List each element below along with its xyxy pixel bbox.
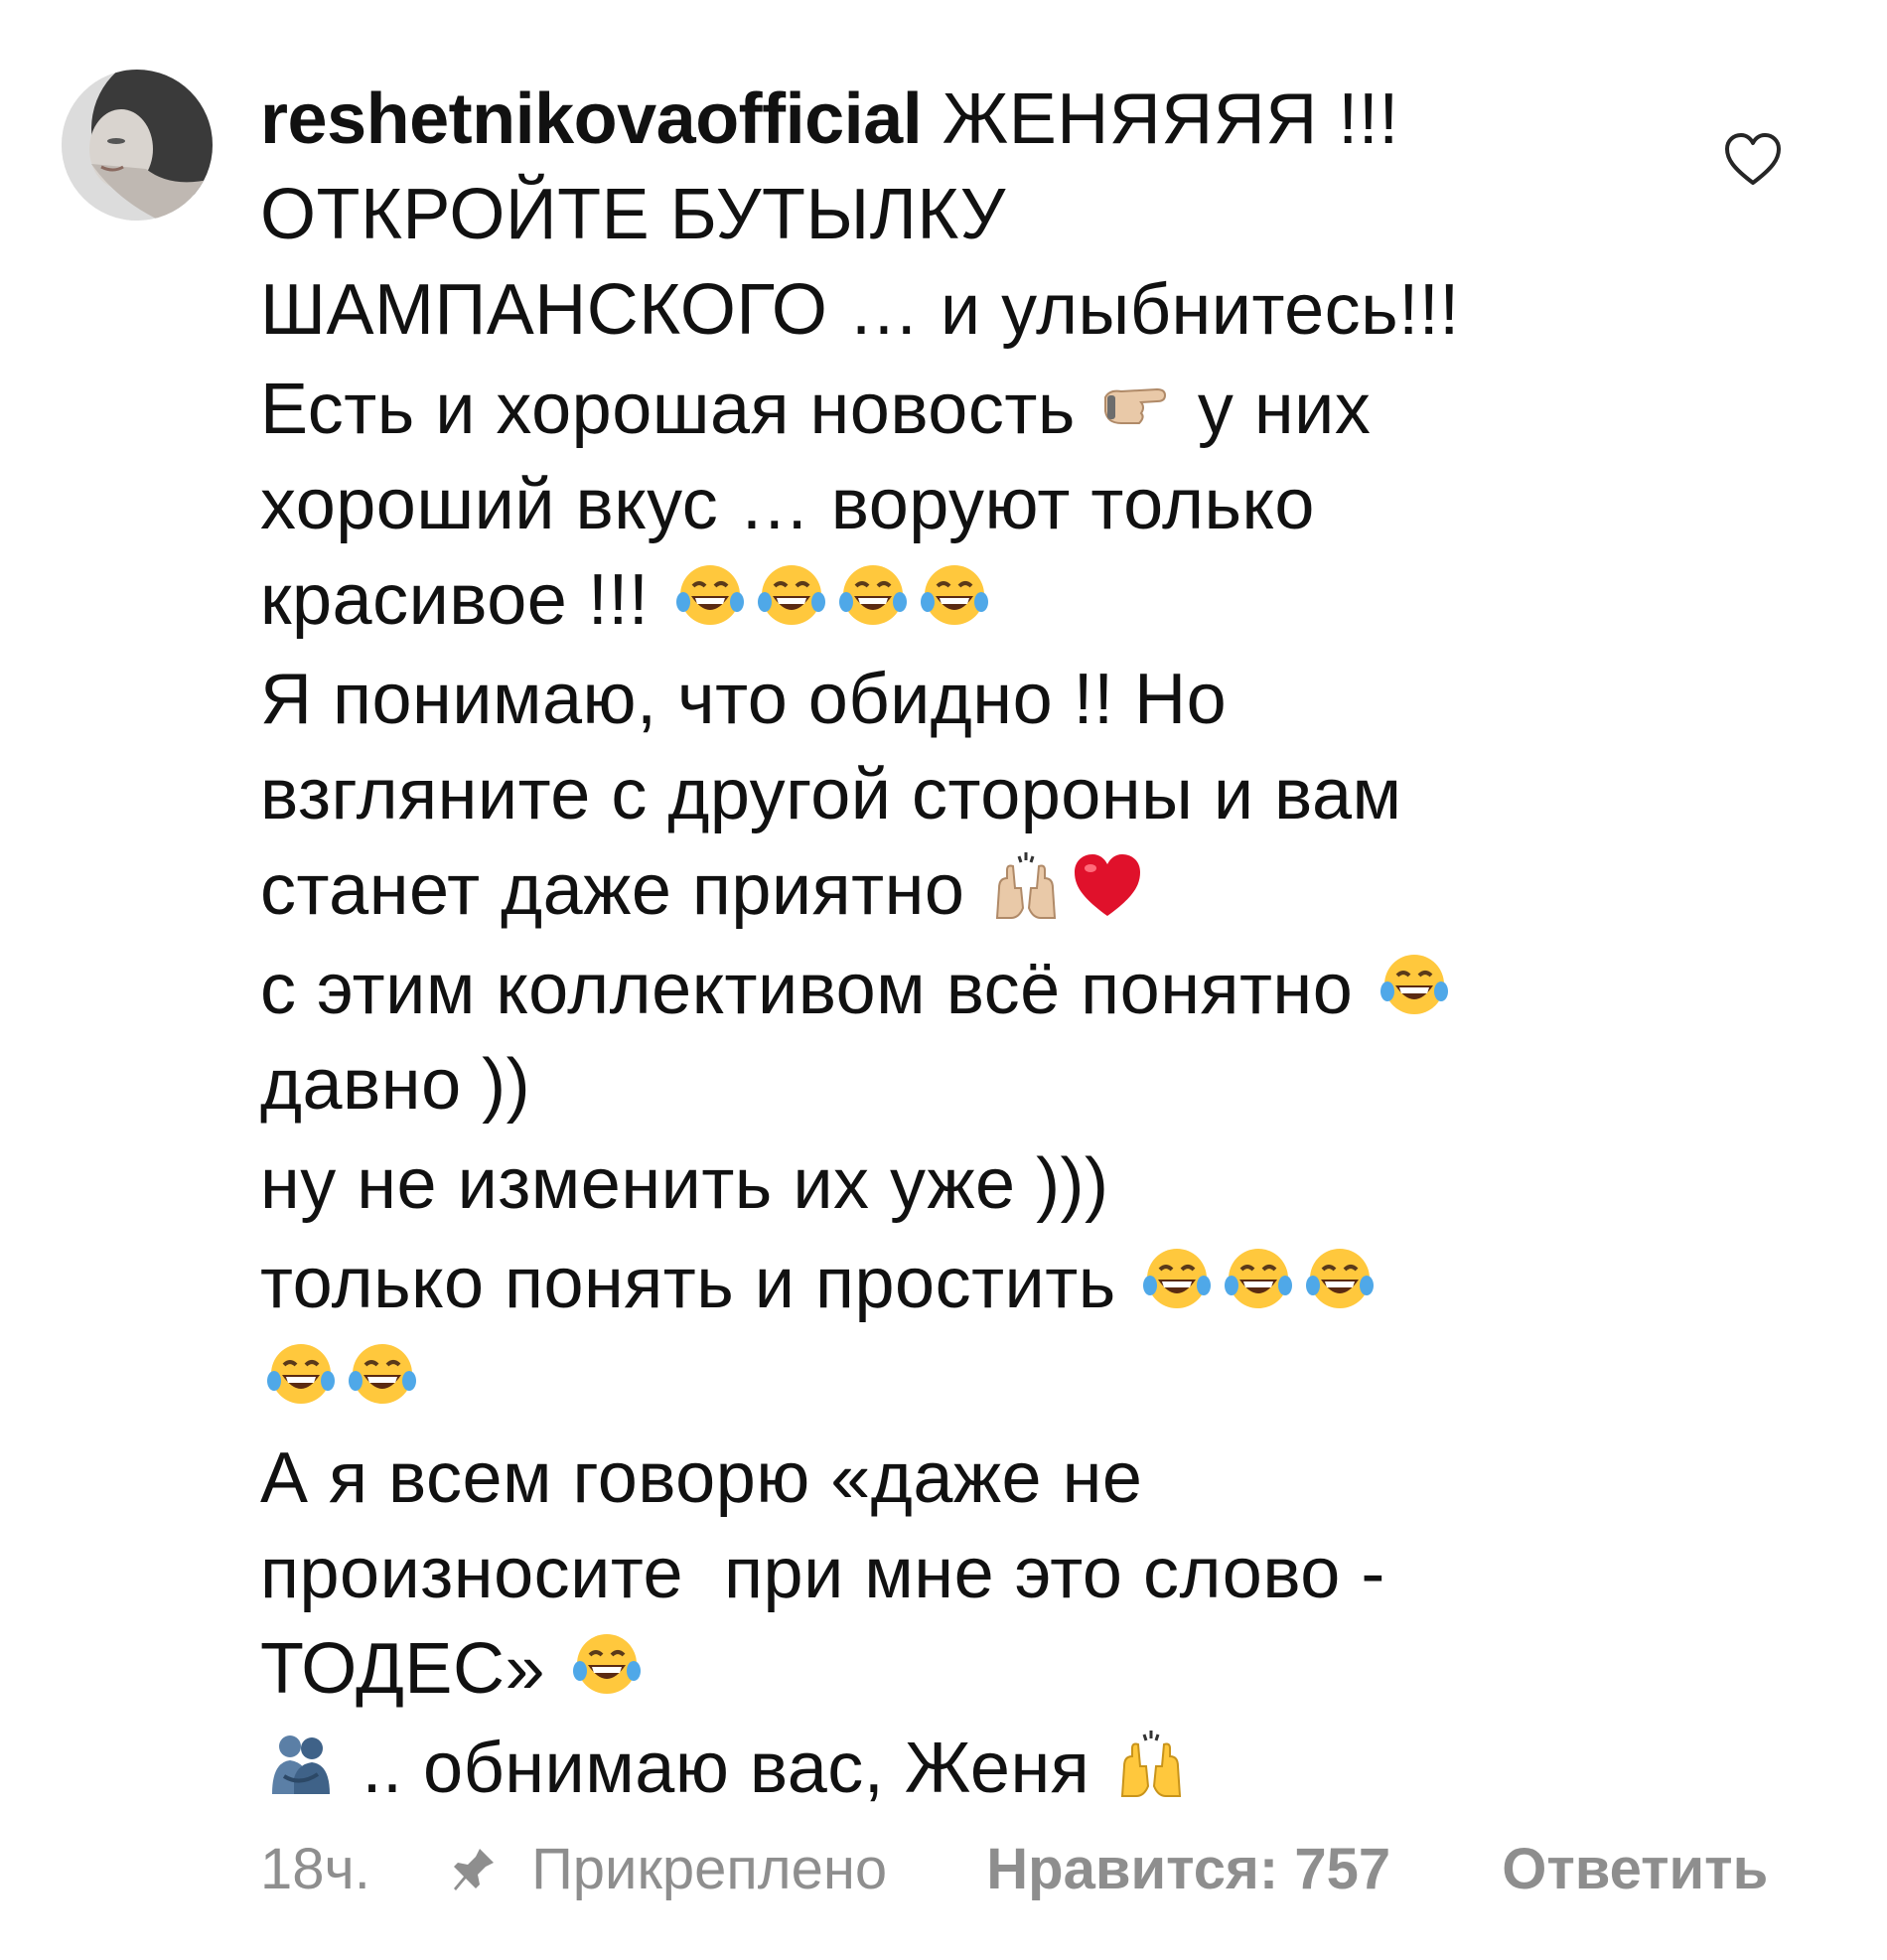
comment-line: с этим коллективом всё понятно [260, 942, 1631, 1037]
laughing-emoji-icon [570, 1627, 644, 1701]
comment-line: reshetnikovaofficial ЖЕНЯЯЯЯ !!! [260, 72, 1631, 167]
laughing-emoji-icon [755, 558, 828, 632]
comment-line: Есть и хорошая новость у них [260, 362, 1631, 457]
comment-line: произносите при мне это слово - [260, 1534, 1385, 1613]
laughing-emoji-icon [1140, 1242, 1214, 1315]
comment-line: ОТКРОЙТЕ БУТЫЛКУ [260, 175, 1006, 254]
comment: reshetnikovaofficial ЖЕНЯЯЯЯ !!! ОТКРОЙТ… [0, 0, 1887, 1960]
like-heart-icon[interactable] [1723, 131, 1783, 187]
laughing-emoji-icon [1303, 1242, 1377, 1315]
comment-line: Я понимаю, что обидно !! Но [260, 660, 1228, 739]
comment-text-segment: ЖЕНЯЯЯЯ !!! [922, 79, 1399, 159]
comment-text: reshetnikovaofficial ЖЕНЯЯЯЯ !!! ОТКРОЙТ… [260, 72, 1631, 1816]
pointing-right-icon [1099, 368, 1173, 441]
comment-footer: 18ч. Прикреплено Нравится: 757 Ответить [260, 1830, 1768, 1909]
comment-text-segment: .. обнимаю вас, Женя [342, 1729, 1090, 1808]
laughing-emoji-icon [346, 1337, 419, 1411]
comment-line: красивое !!! [260, 552, 1631, 648]
laughing-emoji-icon [673, 558, 747, 632]
raising-hands-icon [1114, 1727, 1188, 1800]
pin-icon [450, 1830, 498, 1909]
raising-hands-icon [989, 848, 1063, 922]
comment-time[interactable]: 18ч. [260, 1830, 370, 1909]
comment-line: ну не изменить их уже ))) [260, 1144, 1109, 1224]
people-hugging-icon [264, 1727, 338, 1800]
laughing-emoji-icon [836, 558, 910, 632]
comment-line: .. обнимаю вас, Женя [260, 1721, 1631, 1816]
comment-text-segment: у них [1177, 370, 1372, 449]
username[interactable]: reshetnikovaofficial [260, 79, 923, 159]
comment-line [260, 1331, 1631, 1427]
laughing-emoji-icon [918, 558, 991, 632]
comment-line: только понять и простить [260, 1236, 1631, 1331]
laughing-emoji-icon [264, 1337, 338, 1411]
comment-line: ШАМПАНСКОГО … и улыбнитесь!!! [260, 270, 1460, 350]
comment-line: станет даже приятно [260, 842, 1631, 938]
pinned-label: Прикреплено [531, 1837, 888, 1901]
comment-line: ТОДЕС» [260, 1621, 1631, 1717]
comment-line: давно )) [260, 1045, 531, 1125]
comment-line: А я всем говорю «даже не [260, 1438, 1143, 1518]
comment-text-segment: станет даже приятно [260, 850, 965, 930]
comment-line: хороший вкус … воруют только [260, 465, 1315, 544]
comment-text-segment: с этим коллективом всё понятно [260, 950, 1354, 1029]
likes-count-link[interactable]: Нравится: 757 [986, 1830, 1390, 1909]
comment-text-segment: Есть и хорошая новость [260, 370, 1076, 449]
comment-text-segment: только понять и простить [260, 1244, 1116, 1323]
comment-text-segment: ТОДЕС» [260, 1629, 545, 1709]
red-heart-icon [1071, 848, 1144, 922]
comment-text-segment: красивое !!! [260, 560, 650, 640]
comment-line: взгляните с другой стороны и вам [260, 755, 1402, 834]
reply-button[interactable]: Ответить [1502, 1830, 1768, 1909]
laughing-emoji-icon [1222, 1242, 1295, 1315]
laughing-emoji-icon [1378, 948, 1451, 1021]
avatar[interactable] [62, 70, 213, 221]
